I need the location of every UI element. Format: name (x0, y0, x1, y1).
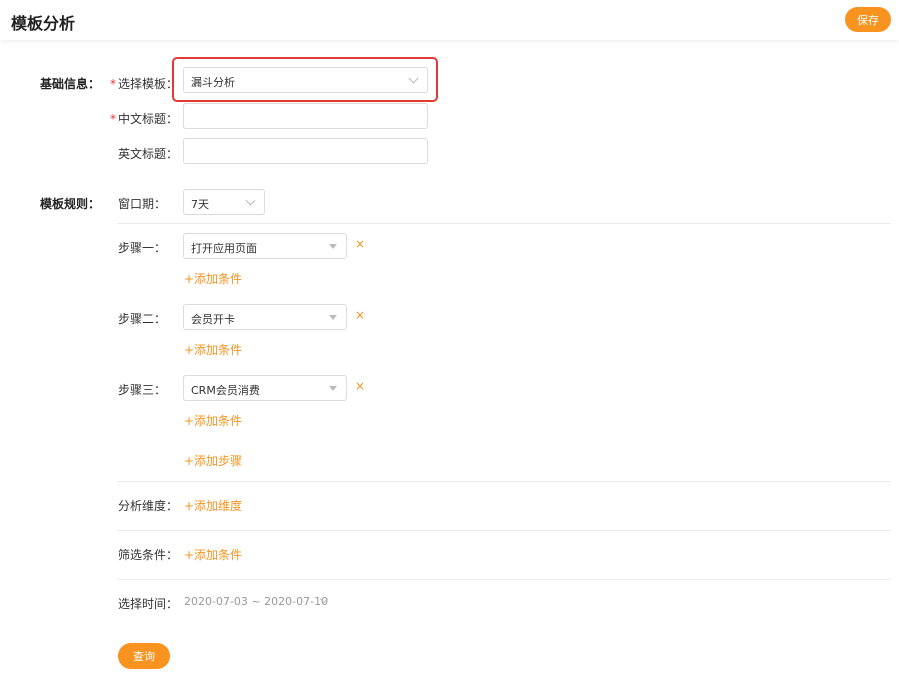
window-select[interactable]: 7天 (183, 189, 265, 215)
save-button[interactable]: 保存 (845, 7, 891, 32)
add-condition-step-3-link[interactable]: +添加条件 (184, 412, 242, 429)
remove-step-2-icon[interactable]: × (355, 308, 365, 322)
en-title-label: 英文标题： (118, 147, 179, 161)
required-mark: * (110, 77, 116, 91)
window-select-value: 7天 (191, 198, 209, 211)
page-header: 模板分析 保存 (0, 0, 899, 40)
template-label: * 选择模板： (110, 77, 179, 91)
rules-label: 模板规则： (40, 197, 101, 211)
add-step-link[interactable]: +添加步骤 (184, 452, 242, 469)
divider (117, 530, 891, 531)
step-3-value: CRM会员消费 (191, 384, 260, 397)
window-label: 窗口期： (118, 197, 167, 211)
step-3-select[interactable]: CRM会员消费 (183, 375, 347, 401)
add-dimension-link[interactable]: +添加维度 (184, 497, 242, 514)
cn-title-input[interactable] (183, 103, 428, 129)
template-select-value: 漏斗分析 (191, 76, 235, 89)
step-3-label: 步骤三： (118, 383, 167, 397)
basic-info-label: 基础信息： (40, 77, 101, 91)
divider (117, 481, 891, 482)
date-range-value: 2020-07-03 ~ 2020-07-10 (184, 595, 329, 608)
step-2-value: 会员开卡 (191, 313, 235, 326)
chevron-down-icon (408, 73, 419, 84)
caret-down-icon (329, 315, 337, 320)
caret-down-icon (329, 244, 337, 249)
remove-step-1-icon[interactable]: × (355, 237, 365, 251)
dimension-label: 分析维度： (118, 499, 179, 513)
divider (117, 579, 891, 580)
template-select[interactable]: 漏斗分析 (183, 67, 428, 93)
en-title-input[interactable] (183, 138, 428, 164)
filter-label: 筛选条件： (118, 548, 179, 562)
page-title: 模板分析 (11, 14, 76, 33)
step-1-label: 步骤一： (118, 241, 167, 255)
remove-step-3-icon[interactable]: × (355, 379, 365, 393)
step-1-value: 打开应用页面 (191, 242, 257, 255)
time-label: 选择时间： (118, 597, 179, 611)
add-condition-step-1-link[interactable]: +添加条件 (184, 270, 242, 287)
cn-title-label: * 中文标题： (110, 112, 179, 126)
step-2-label: 步骤二： (118, 312, 167, 326)
chevron-down-icon (245, 195, 256, 206)
add-filter-link[interactable]: +添加条件 (184, 546, 242, 563)
query-button[interactable]: 查询 (118, 643, 170, 669)
add-condition-step-2-link[interactable]: +添加条件 (184, 341, 242, 358)
date-range-picker[interactable]: 2020-07-03 ~ 2020-07-10 (184, 595, 328, 608)
step-1-select[interactable]: 打开应用页面 (183, 233, 347, 259)
divider (117, 223, 891, 224)
caret-down-icon (329, 386, 337, 391)
required-mark: * (110, 112, 116, 126)
step-2-select[interactable]: 会员开卡 (183, 304, 347, 330)
